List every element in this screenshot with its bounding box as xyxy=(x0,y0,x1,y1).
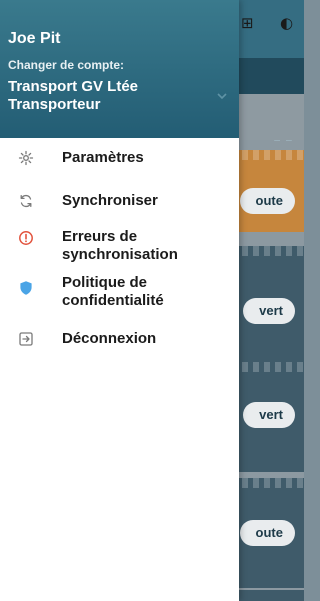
menu-item-label: Paramètres xyxy=(62,149,144,166)
drawer-header: Joe Pit Changer de compte: Transport GV … xyxy=(0,0,239,138)
menu-item-sync-errors[interactable]: Erreurs de synchronisation xyxy=(0,228,239,268)
error-icon xyxy=(19,231,33,245)
account-selector[interactable]: Transport GV Ltée Transporteur xyxy=(8,78,208,114)
menu-item-sync[interactable]: Synchroniser xyxy=(0,191,239,213)
chevron-down-icon[interactable] xyxy=(216,90,228,102)
shield-icon xyxy=(20,281,32,295)
sync-icon xyxy=(20,194,32,208)
menu-item-label: Politique de confidentialité xyxy=(62,274,164,309)
menu-item-privacy[interactable]: Politique de confidentialité xyxy=(0,274,239,314)
logout-icon xyxy=(19,332,33,346)
user-name: Joe Pit xyxy=(8,30,61,47)
navigation-drawer: Joe Pit Changer de compte: Transport GV … xyxy=(0,0,239,601)
switch-account-label[interactable]: Changer de compte: xyxy=(8,58,124,72)
menu-item-label: Synchroniser xyxy=(62,192,158,209)
menu-item-label: Erreurs de synchronisation xyxy=(62,228,178,263)
menu-item-settings[interactable]: Paramètres xyxy=(0,148,239,170)
menu-item-label: Déconnexion xyxy=(62,330,157,347)
menu-item-logout[interactable]: Déconnexion xyxy=(0,329,239,351)
gear-icon xyxy=(18,150,34,166)
